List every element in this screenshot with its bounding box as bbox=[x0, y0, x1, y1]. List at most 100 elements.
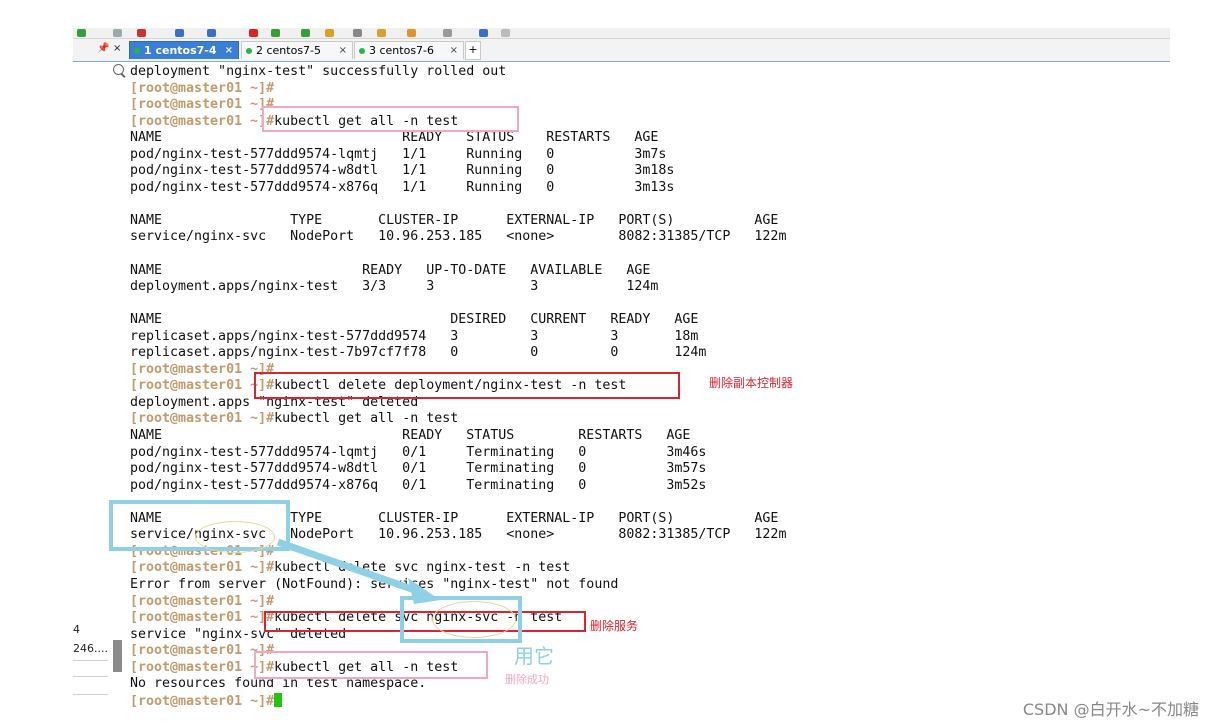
divider bbox=[73, 660, 108, 661]
shell-prompt: [root@master01 ~]# bbox=[130, 610, 275, 626]
terminal-text: pod/nginx-test-577ddd9574-lqmtj 1/1 Runn… bbox=[130, 146, 667, 162]
terminal-text: pod/nginx-test-577ddd9574-x876q 1/1 Runn… bbox=[130, 179, 675, 195]
divider bbox=[73, 694, 108, 695]
terminal-line: service/nginx-svc NodePort 10.96.253.185… bbox=[130, 229, 1130, 246]
terminal-line: NAME TYPE CLUSTER-IP EXTERNAL-IP PORT(S)… bbox=[130, 213, 1130, 230]
sidebar-item[interactable]: 246.... bbox=[73, 642, 108, 655]
highlight-box-delete-deployment bbox=[254, 372, 680, 399]
terminal-text: pod/nginx-test-577ddd9574-w8dtl 1/1 Runn… bbox=[130, 163, 675, 179]
terminal-text: pod/nginx-test-577ddd9574-w8dtl 0/1 Term… bbox=[130, 461, 707, 477]
shell-prompt: [root@master01 ~]# bbox=[130, 411, 275, 427]
toolbar-icon[interactable] bbox=[325, 29, 334, 37]
terminal-line: NAME READY STATUS RESTARTS AGE bbox=[130, 428, 1130, 445]
search-icon[interactable] bbox=[113, 29, 122, 37]
sidebar-item[interactable]: 4 bbox=[73, 623, 80, 636]
toolbar-icon[interactable] bbox=[137, 29, 146, 37]
terminal-line: [root@master01 ~]# bbox=[130, 81, 1130, 98]
session-sidebar: 4 246.... bbox=[73, 62, 127, 718]
tab-label: 3 centos7-6 bbox=[369, 44, 435, 57]
annotation-delete-rc: 删除副本控制器 bbox=[709, 376, 794, 390]
tab-centos7-6[interactable]: 3 centos7-6 × bbox=[354, 41, 464, 59]
annotation-delete-success: 删除成功 bbox=[505, 673, 549, 686]
shell-prompt: [root@master01 ~]# bbox=[130, 593, 275, 609]
add-tab-button[interactable]: + bbox=[465, 41, 481, 60]
session-tab-bar: 📌 × 1 centos7-4 × 2 centos7-5 × 3 centos… bbox=[73, 39, 1170, 62]
toolbar-icon[interactable] bbox=[353, 29, 362, 37]
cursor bbox=[274, 692, 283, 707]
shell-prompt: [root@master01 ~]# bbox=[130, 361, 275, 377]
terminal-text: NAME READY STATUS RESTARTS AGE bbox=[130, 130, 659, 146]
terminal-line: pod/nginx-test-577ddd9574-x876q 1/1 Runn… bbox=[130, 180, 1130, 197]
shell-prompt: [root@master01 ~]# bbox=[130, 693, 275, 709]
shell-prompt: [root@master01 ~]# bbox=[130, 80, 275, 96]
terminal-line: NAME DESIRED CURRENT READY AGE bbox=[130, 312, 1130, 329]
toolbar-icon[interactable] bbox=[207, 29, 216, 37]
shell-prompt: [root@master01 ~]# bbox=[130, 643, 275, 659]
terminal-line: replicaset.apps/nginx-test-577ddd9574 3 … bbox=[130, 329, 1130, 346]
terminal-line: pod/nginx-test-577ddd9574-lqmtj 0/1 Term… bbox=[130, 445, 1130, 462]
shell-prompt: [root@master01 ~]# bbox=[130, 560, 275, 576]
terminal-line: pod/nginx-test-577ddd9574-lqmtj 1/1 Runn… bbox=[130, 147, 1130, 164]
toolbar-icon[interactable] bbox=[301, 29, 310, 37]
divider bbox=[73, 676, 108, 677]
terminal-text: NAME READY STATUS RESTARTS AGE bbox=[130, 428, 691, 444]
terminal-text: pod/nginx-test-577ddd9574-x876q 0/1 Term… bbox=[130, 477, 707, 493]
highlight-ellipse-svc-arg bbox=[432, 601, 516, 638]
search-icon[interactable] bbox=[113, 64, 124, 75]
toolbar-icon[interactable] bbox=[271, 29, 280, 37]
terminal-text: replicaset.apps/nginx-test-577ddd9574 3 … bbox=[130, 328, 699, 344]
highlight-box-get-all bbox=[262, 106, 519, 132]
help-icon[interactable] bbox=[479, 29, 488, 37]
tab-label: 2 centos7-5 bbox=[256, 44, 322, 57]
stop-icon[interactable] bbox=[249, 29, 258, 37]
terminal-line: pod/nginx-test-577ddd9574-w8dtl 0/1 Term… bbox=[130, 461, 1130, 478]
annotation-use-it: 用它 bbox=[514, 644, 554, 668]
pin-icon[interactable]: 📌 bbox=[97, 43, 109, 54]
highlight-box-final-get-all bbox=[254, 651, 488, 679]
shell-prompt: [root@master01 ~]# bbox=[130, 659, 275, 675]
terminal-text: service/nginx-svc NodePort 10.96.253.185… bbox=[130, 229, 787, 245]
terminal-line: [root@master01 ~]# bbox=[130, 692, 1130, 710]
connected-status-icon bbox=[246, 48, 252, 54]
toolbar-icon[interactable] bbox=[407, 29, 416, 37]
toolbar-icon[interactable] bbox=[377, 29, 386, 37]
terminal-text: NAME DESIRED CURRENT READY AGE bbox=[130, 312, 699, 328]
terminal-line: NAME READY STATUS RESTARTS AGE bbox=[130, 130, 1130, 147]
tab-label: 1 centos7-4 bbox=[144, 44, 217, 57]
tab-centos7-4[interactable]: 1 centos7-4 × bbox=[129, 41, 239, 59]
close-icon[interactable]: × bbox=[225, 42, 233, 60]
terminal-line: deployment "nginx-test" successfully rol… bbox=[130, 64, 1130, 81]
highlight-ellipse-svc-name bbox=[195, 521, 275, 553]
terminal-line: replicaset.apps/nginx-test-7b97cf7f78 0 … bbox=[130, 345, 1130, 362]
chat-icon[interactable] bbox=[501, 29, 510, 37]
terminal-text: pod/nginx-test-577ddd9574-lqmtj 0/1 Term… bbox=[130, 444, 707, 460]
toolbar bbox=[73, 28, 1170, 39]
terminal-text: NAME TYPE CLUSTER-IP EXTERNAL-IP PORT(S)… bbox=[130, 212, 779, 228]
terminal-line: pod/nginx-test-577ddd9574-w8dtl 1/1 Runn… bbox=[130, 163, 1130, 180]
terminal-text: kubectl get all -n test bbox=[274, 411, 459, 427]
close-icon[interactable]: × bbox=[339, 42, 347, 60]
csdn-watermark: CSDN @白开水~不加糖 bbox=[1022, 700, 1199, 719]
toolbar-icon[interactable] bbox=[77, 29, 86, 37]
connected-status-icon bbox=[134, 48, 140, 54]
shell-prompt: [root@master01 ~]# bbox=[130, 97, 275, 113]
terminal-text: deployment "nginx-test" successfully rol… bbox=[130, 64, 507, 79]
terminal-line: pod/nginx-test-577ddd9574-x876q 0/1 Term… bbox=[130, 478, 1130, 495]
terminal-line: deployment.apps/nginx-test 3/3 3 3 124m bbox=[130, 279, 1130, 296]
terminal-text: NAME READY UP-TO-DATE AVAILABLE AGE bbox=[130, 262, 651, 278]
close-icon[interactable]: × bbox=[450, 42, 458, 60]
terminal-line: NAME READY UP-TO-DATE AVAILABLE AGE bbox=[130, 263, 1130, 280]
terminal-text: replicaset.apps/nginx-test-7b97cf7f78 0 … bbox=[130, 345, 707, 361]
shell-prompt: [root@master01 ~]# bbox=[130, 378, 275, 394]
toolbar-icon[interactable] bbox=[175, 29, 184, 37]
toolbar-icon[interactable] bbox=[443, 29, 452, 37]
terminal-text: deployment.apps/nginx-test 3/3 3 3 124m bbox=[130, 279, 659, 295]
connected-status-icon bbox=[359, 48, 365, 54]
tab-centos7-5[interactable]: 2 centos7-5 × bbox=[241, 41, 353, 59]
close-icon[interactable]: × bbox=[113, 43, 121, 54]
terminal-line: [root@master01 ~]#kubectl get all -n tes… bbox=[130, 411, 1130, 428]
sidebar-scrollbar[interactable] bbox=[113, 640, 122, 672]
